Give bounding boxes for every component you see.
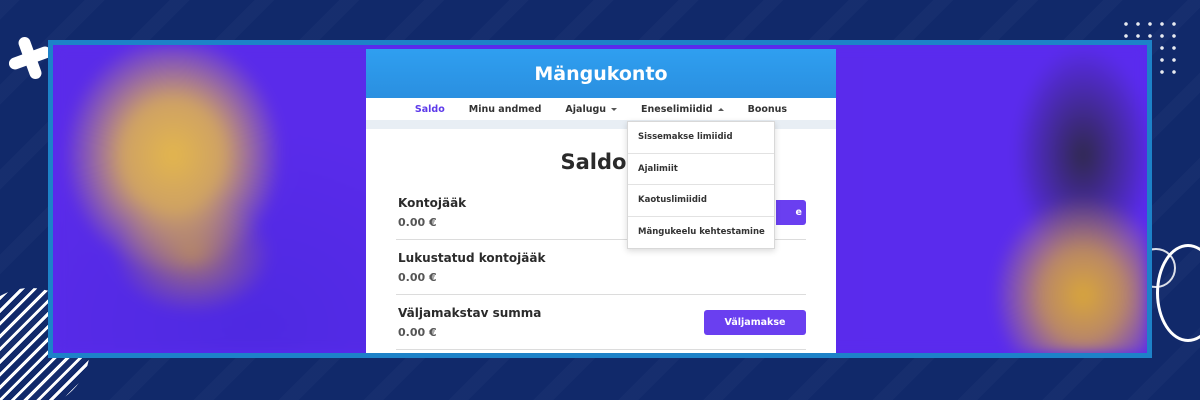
tab-boonus[interactable]: Boonus: [736, 104, 799, 115]
caret-down-icon: [611, 107, 618, 111]
row-value: 0.00 €: [398, 215, 437, 229]
tab-label: Saldo: [414, 103, 445, 115]
menu-item-deposit-limits[interactable]: Sissemakse limiidid: [628, 122, 774, 154]
tab-label: Boonus: [747, 103, 788, 115]
limits-dropdown-menu: Sissemakse limiidid Ajalimiit Kaotuslimi…: [627, 121, 775, 249]
caret-up-icon: [717, 107, 724, 111]
row-text: Kontojääk 0.00 €: [398, 196, 466, 229]
tab-ajalugu[interactable]: Ajalugu: [553, 104, 629, 115]
menu-item-self-exclusion[interactable]: Mängukeelu kehtestamine: [628, 217, 774, 249]
menu-item-loss-limits[interactable]: Kaotuslimiidid: [628, 185, 774, 217]
row-value: 0.00 €: [398, 325, 437, 339]
tab-minu-andmed[interactable]: Minu andmed: [457, 104, 554, 115]
tab-label: Eneselimiidid: [641, 103, 713, 115]
tab-label: Ajalugu: [565, 103, 607, 115]
row-text: Lukustatud kontojääk 0.00 €: [398, 251, 545, 284]
row-value: 0.00 €: [398, 270, 437, 284]
panel-header: Mängukonto: [366, 49, 836, 98]
tab-label: Minu andmed: [468, 103, 542, 115]
deposit-button[interactable]: e: [776, 199, 806, 225]
row-label: Lukustatud kontojääk: [398, 250, 546, 265]
section-title: Saldo: [560, 150, 627, 174]
withdraw-button[interactable]: Väljamakse: [704, 309, 806, 335]
tab-saldo[interactable]: Saldo: [403, 104, 457, 115]
screenshot-frame: Mängukonto Saldo Minu andmed Ajalugu Ene…: [48, 40, 1152, 358]
account-nav: Saldo Minu andmed Ajalugu Eneselimiidid …: [366, 98, 836, 120]
page-title: Mängukonto: [534, 62, 668, 85]
tab-eneselimiidid[interactable]: Eneselimiidid: [629, 104, 736, 115]
row-label: Kontojääk: [398, 195, 467, 210]
row-label: Väljamakstav summa: [398, 305, 542, 320]
row-text: Väljamakstav summa 0.00 €: [398, 306, 541, 339]
balance-row-valjamakstav: Väljamakstav summa 0.00 € Väljamakse: [396, 295, 806, 350]
menu-item-time-limit[interactable]: Ajalimiit: [628, 154, 774, 185]
